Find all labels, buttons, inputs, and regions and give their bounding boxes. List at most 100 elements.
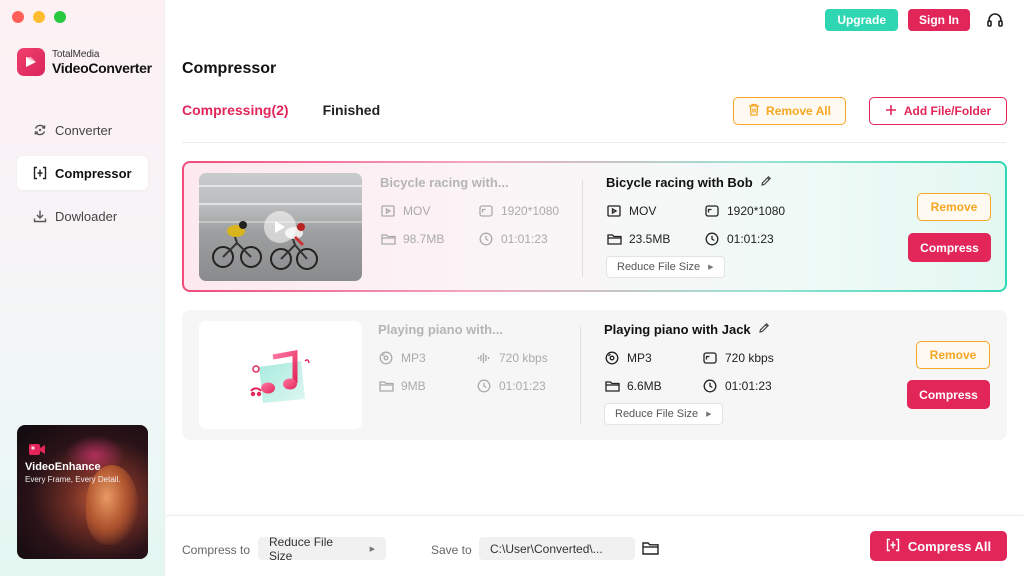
logo-line1: TotalMedia (52, 48, 100, 60)
sidebar-item-label: Converter (55, 122, 113, 138)
bottom-bar: Compress to Reduce File Size ▶ Save to C… (166, 515, 1024, 576)
output-title: Bicycle racing with Bob (606, 175, 753, 190)
compress-button[interactable]: Compress (907, 380, 990, 409)
waveform-icon (476, 351, 492, 365)
save-to-path-field[interactable]: C:\User\Converted\... (479, 537, 635, 560)
play-icon[interactable] (264, 211, 296, 243)
output-bitrate: 720 kbps (725, 351, 774, 365)
promo-title: VideoEnhance (25, 461, 101, 473)
compress-mode-dropdown[interactable]: Reduce File Size ▶ (606, 256, 725, 278)
compress-mode-dropdown[interactable]: Reduce File Size ▶ (604, 403, 723, 425)
output-duration: 01:01:23 (725, 379, 772, 393)
output-format: MOV (629, 204, 657, 218)
tab-bar: Compressing(2) Finished (182, 102, 380, 126)
folder-icon (378, 379, 394, 393)
resolution-icon (704, 204, 720, 218)
clock-icon (702, 379, 718, 393)
card-divider (580, 327, 581, 424)
tab-divider (182, 142, 1006, 143)
compress-to-label: Compress to (182, 543, 251, 557)
sidebar: TotalMedia VideoConverter Converter Comp… (0, 0, 165, 576)
compress-icon (32, 166, 47, 181)
card-divider (582, 180, 583, 277)
topbar: Upgrade Sign In (825, 9, 1006, 31)
sidebar-nav: Converter Compressor Dowloader (17, 113, 148, 242)
video-format-icon (606, 204, 622, 218)
file-card-video[interactable]: Bicycle racing with... MOV 1920*1080 98.… (182, 161, 1007, 292)
logo-icon (17, 48, 45, 76)
source-format: MOV (403, 204, 431, 218)
caret-right-icon: ▶ (706, 411, 712, 418)
disc-icon (378, 351, 394, 365)
refresh-icon (32, 123, 47, 138)
output-title: Playing piano with Jack (604, 322, 751, 337)
video-camera-icon (29, 442, 45, 460)
resolution-icon (478, 204, 494, 218)
logo-line2: VideoConverter (52, 59, 152, 76)
compress-all-label: Compress All (907, 538, 992, 554)
source-resolution: 1920*1080 (501, 204, 560, 218)
remove-button[interactable]: Remove (916, 341, 990, 369)
source-format: MP3 (401, 351, 426, 365)
clock-icon (476, 379, 492, 393)
source-size: 98.7MB (403, 232, 445, 246)
compress-icon (886, 538, 900, 555)
sidebar-item-converter[interactable]: Converter (17, 113, 148, 147)
folder-icon (604, 379, 620, 393)
video-thumbnail[interactable] (199, 173, 362, 281)
sidebar-item-compressor[interactable]: Compressor (17, 156, 148, 190)
maximize-window-button[interactable] (54, 11, 66, 23)
promo-banner[interactable]: VideoEnhance Every Frame, Every Detail. (17, 425, 148, 559)
sign-in-button[interactable]: Sign In (908, 9, 970, 31)
save-to-value: C:\User\Converted\... (490, 541, 603, 556)
output-info: Bicycle racing with Bob MOV 1920*1080 23… (606, 175, 816, 278)
remove-button[interactable]: Remove (917, 193, 991, 221)
save-to-label: Save to (431, 543, 472, 557)
clock-icon (704, 232, 720, 246)
promo-subtitle: Every Frame, Every Detail. (25, 475, 121, 484)
page-title: Compressor (182, 60, 277, 77)
disc-icon (604, 351, 620, 365)
source-duration: 01:01:23 (501, 232, 548, 246)
sidebar-item-downloader[interactable]: Dowloader (17, 199, 148, 233)
output-duration: 01:01:23 (727, 232, 774, 246)
tab-compressing[interactable]: Compressing(2) (182, 102, 289, 126)
compress-mode-value: Reduce File Size (617, 261, 701, 273)
file-card-audio[interactable]: Playing piano with... MP3 720 kbps 9MB 0… (182, 310, 1007, 440)
source-size: 9MB (401, 379, 426, 393)
source-title: Bicycle racing with... (380, 175, 509, 190)
source-duration: 01:01:23 (499, 379, 546, 393)
compress-to-dropdown[interactable]: Reduce File Size ▶ (258, 534, 386, 563)
caret-right-icon: ▶ (708, 264, 714, 271)
download-icon (32, 209, 47, 224)
sidebar-item-label: Dowloader (55, 208, 118, 224)
add-file-folder-button[interactable]: Add File/Folder (869, 97, 1007, 125)
sidebar-item-label: Compressor (55, 165, 132, 181)
remove-all-button[interactable]: Remove All (733, 97, 846, 125)
compress-to-value: Reduce File Size (269, 534, 334, 563)
close-window-button[interactable] (12, 11, 24, 23)
plus-icon (885, 104, 897, 119)
audio-thumbnail[interactable] (199, 321, 362, 429)
compress-all-button[interactable]: Compress All (870, 531, 1007, 561)
output-resolution: 1920*1080 (727, 204, 786, 218)
edit-pencil-icon[interactable] (758, 322, 770, 337)
app-logo: TotalMedia VideoConverter (17, 48, 152, 76)
minimize-window-button[interactable] (33, 11, 45, 23)
folder-icon[interactable] (640, 539, 660, 557)
add-file-folder-label: Add File/Folder (903, 104, 992, 118)
remove-all-label: Remove All (766, 104, 831, 118)
music-note-icon (250, 350, 310, 403)
bitrate-icon (702, 351, 718, 365)
source-info: Playing piano with... MP3 720 kbps 9MB 0… (378, 322, 568, 393)
compress-button[interactable]: Compress (908, 233, 991, 262)
tab-finished[interactable]: Finished (323, 102, 381, 126)
upgrade-button[interactable]: Upgrade (825, 9, 898, 31)
output-size: 6.6MB (627, 379, 662, 393)
video-format-icon (380, 204, 396, 218)
headset-icon[interactable] (984, 9, 1006, 31)
edit-pencil-icon[interactable] (760, 175, 772, 190)
clock-icon (478, 232, 494, 246)
output-format: MP3 (627, 351, 652, 365)
output-info: Playing piano with Jack MP3 720 kbps 6.6… (604, 322, 814, 425)
